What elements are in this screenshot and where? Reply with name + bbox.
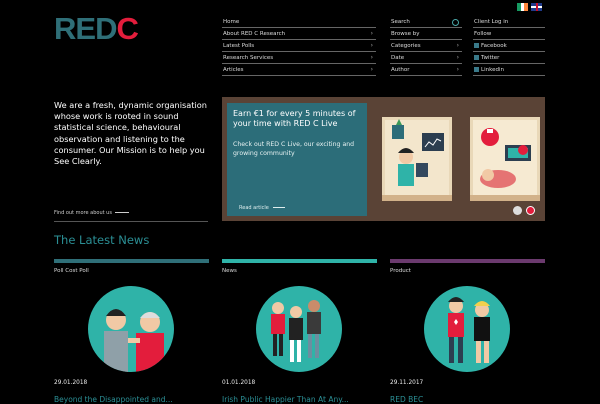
news-category[interactable]: Product	[390, 268, 545, 274]
intro-text: We are a fresh, dynamic organisation who…	[54, 100, 207, 167]
search-icon[interactable]	[452, 19, 459, 26]
logo-red: RED	[54, 11, 117, 46]
nav-item[interactable]: Author ›	[390, 64, 462, 76]
read-article-label: Read article	[239, 205, 269, 211]
category-bar	[390, 259, 545, 263]
nav-item[interactable]: Date ›	[390, 52, 462, 64]
nav-item[interactable]: Browse by	[390, 28, 462, 40]
news-card-1[interactable]: Poll Cost Poll 29.01.2018 Beyond the Dis…	[54, 259, 209, 404]
find-out-more-label: Find out more about us	[54, 210, 112, 216]
divider	[54, 221, 208, 222]
find-out-more-link[interactable]: Find out more about us	[54, 210, 129, 216]
chevron-right-icon: ›	[370, 30, 373, 37]
nav-item[interactable]: Follow	[473, 28, 545, 40]
news-date: 29.11.2017	[390, 380, 424, 386]
nav-item-label: Follow	[474, 31, 492, 37]
nav-item[interactable]: About RED C Research ›	[222, 28, 376, 40]
twitter-icon	[474, 55, 479, 60]
news-illustration	[256, 286, 342, 372]
nav-item[interactable]: Client Log in	[473, 16, 545, 28]
logo-c: C	[116, 11, 138, 46]
hero-banner[interactable]: Earn €1 for every 5 minutes of your time…	[222, 97, 545, 221]
nav-item[interactable]: Latest Polls ›	[222, 40, 376, 52]
news-date: 01.01.2018	[222, 380, 256, 386]
linkedin-icon	[474, 67, 479, 72]
facebook-icon	[474, 43, 479, 48]
chevron-right-icon: ›	[456, 42, 459, 49]
language-switcher	[517, 3, 542, 11]
uk-flag-icon[interactable]	[531, 3, 542, 11]
banner-headline: Earn €1 for every 5 minutes of your time…	[233, 109, 356, 128]
news-card-2[interactable]: News 01.01.2018 Irish Public Happier Tha…	[222, 259, 377, 404]
nav-item[interactable]: Home	[222, 16, 376, 28]
chevron-right-icon: ›	[370, 42, 373, 49]
nav-item[interactable]: Articles ›	[222, 64, 376, 76]
ireland-flag-icon[interactable]	[517, 3, 529, 11]
nav-item-label: Date	[391, 55, 405, 61]
nav-item-label: Twitter	[481, 55, 500, 61]
nav-item[interactable]: Research Services ›	[222, 52, 376, 64]
slider-dot-1[interactable]	[513, 206, 522, 215]
nav-item-label: Linkedin	[481, 67, 504, 73]
nav-item-label: Browse by	[391, 31, 420, 37]
nav-item[interactable]: Facebook	[473, 40, 545, 52]
nav-item-label: Client Log in	[474, 19, 509, 25]
category-bar	[54, 259, 209, 263]
news-date: 29.01.2018	[54, 380, 88, 386]
latest-news-heading: The Latest News	[54, 233, 150, 247]
nav-item-label: Categories	[391, 43, 421, 49]
chevron-right-icon: ›	[456, 66, 459, 73]
red-c-logo[interactable]: REDC	[54, 11, 139, 46]
nav-item[interactable]: Search	[390, 16, 462, 28]
arrow-right-icon	[272, 207, 285, 208]
slider-dot-2[interactable]	[526, 206, 535, 215]
nav-item-label: About RED C Research	[223, 31, 286, 37]
category-bar	[222, 259, 377, 263]
nav-item-label: Articles	[223, 67, 244, 73]
nav-item-label: Author	[391, 67, 410, 73]
news-category[interactable]: News	[222, 268, 377, 274]
arrow-right-icon	[114, 212, 129, 213]
nav-social: Client Log in Follow Facebook Twitter Linked…	[473, 16, 545, 76]
banner-card[interactable]: Earn €1 for every 5 minutes of your time…	[227, 103, 367, 216]
chevron-right-icon: ›	[456, 54, 459, 61]
nav-item-label: Search	[391, 19, 410, 25]
nav-browse: Search Browse by Categories › Date › Author ›	[390, 16, 462, 76]
chevron-right-icon: ›	[370, 54, 373, 61]
nav-item[interactable]: Categories ›	[390, 40, 462, 52]
news-category[interactable]: Poll Cost Poll	[54, 268, 209, 274]
nav-item[interactable]: Twitter	[473, 52, 545, 64]
news-illustration	[424, 286, 510, 372]
news-card-3[interactable]: Product 29.11.2017 RED BEC	[390, 259, 545, 404]
read-article-link[interactable]: Read article	[239, 205, 285, 211]
nav-item-label: Home	[223, 19, 240, 25]
nav-item-label: Facebook	[481, 43, 507, 49]
nav-item-label: Research Services	[223, 55, 274, 61]
nav-main: Home About RED C Research › Latest Polls › Re…	[222, 16, 376, 76]
banner-subtext: Check out RED C Live, our exciting and g…	[233, 141, 355, 157]
nav-item[interactable]: Linkedin	[473, 64, 545, 76]
chevron-right-icon: ›	[370, 66, 373, 73]
nav-item-label: Latest Polls	[223, 43, 255, 49]
news-illustration	[88, 286, 174, 372]
